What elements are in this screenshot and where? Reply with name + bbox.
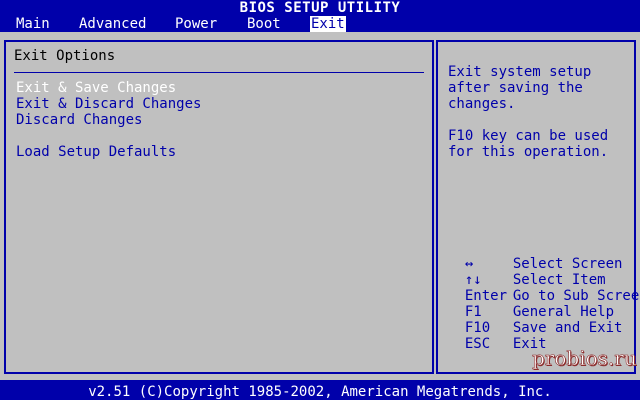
help-line: Exit system setup (448, 64, 592, 80)
key-name: ESC (464, 336, 491, 352)
menu-advanced[interactable]: Advanced (78, 16, 147, 32)
menu-main[interactable]: Main (15, 16, 51, 32)
menu-bar: Main Advanced Power Boot Exit (0, 16, 640, 32)
help-line: after saving the (448, 80, 583, 96)
menu-exit[interactable]: Exit (310, 16, 346, 32)
window-title: BIOS SETUP UTILITY (239, 0, 401, 16)
option-load-defaults[interactable]: Load Setup Defaults (16, 144, 176, 160)
section-title: Exit Options (14, 48, 116, 64)
menu-power[interactable]: Power (174, 16, 218, 32)
copyright-footer: v2.51 (C)Copyright 1985-2002, American M… (88, 384, 552, 400)
option-discard-changes[interactable]: Discard Changes (16, 112, 142, 128)
section-divider (14, 72, 424, 73)
menu-boot[interactable]: Boot (246, 16, 282, 32)
option-exit-save[interactable]: Exit & Save Changes (16, 80, 176, 96)
help-line: F10 key can be used (448, 128, 609, 144)
watermark-logo: probios.ru (532, 346, 637, 370)
help-line: for this operation. (448, 144, 609, 160)
option-exit-discard[interactable]: Exit & Discard Changes (16, 96, 201, 112)
help-line: changes. (448, 96, 516, 112)
